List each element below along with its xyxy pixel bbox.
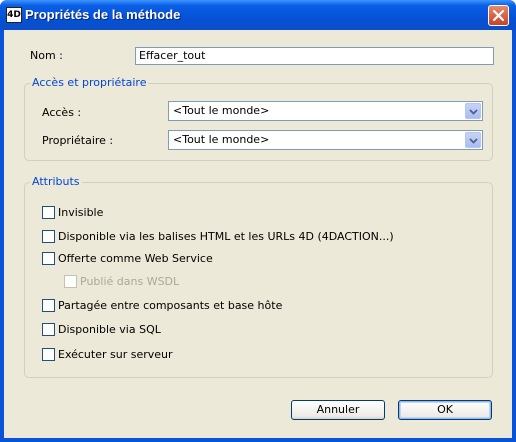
invisible-label[interactable]: Invisible <box>58 206 103 219</box>
chevron-down-icon <box>469 138 478 144</box>
web-service-checkbox[interactable] <box>42 252 55 265</box>
html-4daction-checkbox[interactable] <box>42 230 55 243</box>
access-owner-group-title: Accès et propriétaire <box>30 76 149 89</box>
close-icon <box>492 9 505 22</box>
access-select[interactable]: <Tout le monde> <box>168 101 483 121</box>
run-on-server-label[interactable]: Exécuter sur serveur <box>58 348 173 361</box>
shared-components-label[interactable]: Partagée entre composants et base hôte <box>58 299 282 312</box>
wsdl-label: Publié dans WSDL <box>80 275 180 288</box>
wsdl-checkbox <box>64 275 77 288</box>
attributes-group-title: Attributs <box>30 175 82 188</box>
invisible-checkbox[interactable] <box>42 206 55 219</box>
owner-label: Propriétaire : <box>42 134 114 147</box>
app-4d-icon: 4D <box>6 7 22 23</box>
dialog-body: Nom : Effacer_tout Accès et propriétaire… <box>4 30 512 438</box>
close-button[interactable] <box>488 5 509 26</box>
owner-dropdown-button[interactable] <box>465 132 481 148</box>
dialog-window: 4D Propriétés de la méthode Nom : Efface… <box>0 0 516 442</box>
web-service-label[interactable]: Offerte comme Web Service <box>58 252 213 265</box>
owner-select-value: <Tout le monde> <box>173 133 270 146</box>
shared-components-checkbox[interactable] <box>42 299 55 312</box>
access-dropdown-button[interactable] <box>465 103 481 119</box>
chevron-down-icon <box>469 109 478 115</box>
cancel-button[interactable]: Annuler <box>291 400 385 420</box>
sql-checkbox[interactable] <box>42 323 55 336</box>
access-label: Accès : <box>42 106 82 119</box>
name-label: Nom : <box>30 49 63 62</box>
html-4daction-label[interactable]: Disponible via les balises HTML et les U… <box>58 230 394 243</box>
ok-button[interactable]: OK <box>398 400 492 420</box>
access-select-value: <Tout le monde> <box>173 104 270 117</box>
window-title: Propriétés de la méthode <box>25 7 181 22</box>
run-on-server-checkbox[interactable] <box>42 348 55 361</box>
name-field[interactable]: Effacer_tout <box>135 47 494 65</box>
sql-label[interactable]: Disponible via SQL <box>58 323 161 336</box>
title-bar[interactable]: 4D Propriétés de la méthode <box>0 0 516 30</box>
owner-select[interactable]: <Tout le monde> <box>168 130 483 150</box>
